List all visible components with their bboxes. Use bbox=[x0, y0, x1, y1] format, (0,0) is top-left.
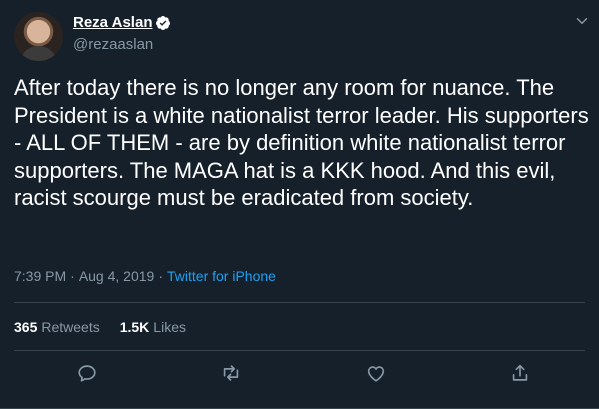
likes-count[interactable]: 1.5K bbox=[120, 319, 150, 335]
author-name[interactable]: Reza Aslan bbox=[73, 14, 152, 31]
verified-badge-icon bbox=[156, 15, 171, 30]
tweet-source-link[interactable]: Twitter for iPhone bbox=[167, 268, 276, 284]
likes-label[interactable]: Likes bbox=[153, 319, 186, 335]
tweet-date[interactable]: Aug 4, 2019 bbox=[79, 268, 155, 284]
tweet-time[interactable]: 7:39 PM bbox=[14, 268, 66, 284]
avatar[interactable] bbox=[14, 12, 63, 61]
meta-separator: · bbox=[158, 268, 163, 284]
retweets-count[interactable]: 365 bbox=[14, 319, 37, 335]
retweet-icon[interactable] bbox=[220, 362, 242, 384]
chevron-down-icon[interactable] bbox=[573, 12, 591, 30]
share-icon[interactable] bbox=[509, 362, 531, 384]
author-row: Reza Aslan bbox=[73, 14, 171, 31]
tweet-actions bbox=[0, 362, 599, 390]
retweets-label[interactable]: Retweets bbox=[41, 319, 99, 335]
divider bbox=[14, 350, 585, 351]
tweet-stats: 365 Retweets 1.5K Likes bbox=[14, 319, 206, 335]
tweet-text: After today there is no longer any room … bbox=[14, 75, 589, 210]
like-icon[interactable] bbox=[365, 362, 387, 384]
avatar-shoulders bbox=[20, 46, 57, 61]
meta-separator: · bbox=[70, 268, 75, 284]
divider bbox=[14, 302, 585, 303]
tweet-meta: 7:39 PM · Aug 4, 2019 · Twitter for iPho… bbox=[14, 268, 276, 284]
reply-icon[interactable] bbox=[76, 362, 98, 384]
author-handle[interactable]: @rezaaslan bbox=[73, 36, 153, 53]
tweet-card: Reza Aslan @rezaaslan After today there … bbox=[0, 0, 599, 409]
